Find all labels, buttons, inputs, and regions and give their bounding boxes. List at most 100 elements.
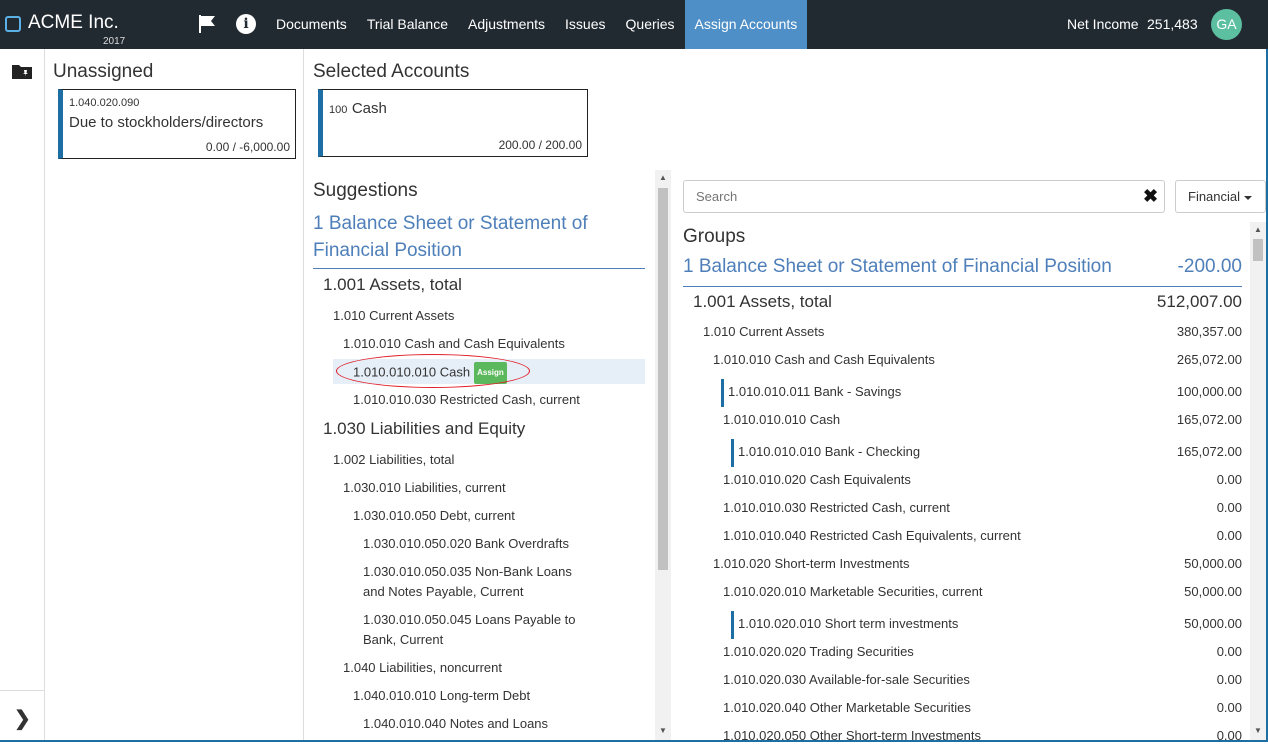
group-root-row[interactable]: 1 Balance Sheet or Statement of Financia… — [683, 256, 1242, 287]
suggestion-item[interactable]: 1.030.010 Liabilities, current — [343, 478, 506, 498]
group-value: 0.00 — [1216, 472, 1242, 487]
groups-scrollbar[interactable]: ▲ ▼ — [1250, 222, 1266, 740]
suggestion-item[interactable]: 1.001 Assets, total — [323, 274, 462, 296]
company-name[interactable]: ACME Inc. — [28, 12, 119, 34]
selected-account-card[interactable]: 100 Cash 200.00 / 200.00 — [318, 89, 588, 157]
group-row[interactable]: 1.010.010.020 Cash Equivalents 0.00 — [723, 470, 1242, 498]
suggestion-item[interactable]: 1.030 Liabilities and Equity — [323, 418, 525, 440]
group-label: 1.010.010 Cash and Cash Equivalents — [713, 352, 935, 367]
group-label: 1.010.010.010 Bank - Checking — [738, 444, 921, 459]
scroll-up-icon[interactable]: ▲ — [659, 173, 667, 182]
group-label: 1.010.010.030 Restricted Cash, current — [723, 500, 950, 515]
unassigned-title: Unassigned — [53, 61, 154, 82]
suggestion-label: 1.002 Liabilities, total — [333, 452, 455, 467]
avatar[interactable]: GA — [1211, 9, 1242, 40]
group-value: 0.00 — [1216, 672, 1242, 687]
suggestion-label: 1.030.010.050.020 Bank Overdrafts — [363, 536, 569, 551]
group-row[interactable]: 1.010.020.030 Available-for-sale Securit… — [723, 670, 1242, 698]
group-value: 265,072.00 — [1176, 352, 1242, 367]
account-row[interactable]: 1.010.010.011 Bank - Savings 100,000.00 — [728, 382, 1242, 410]
suggestion-label-continued: Bank, Current — [363, 632, 444, 647]
group-row[interactable]: 1.010.010.040 Restricted Cash Equivalent… — [723, 526, 1242, 554]
suggestion-item[interactable]: 1.002 Liabilities, total — [333, 450, 454, 470]
account-marker — [731, 611, 734, 639]
suggestion-item[interactable]: 1.010 Current Assets — [333, 306, 454, 326]
scrollbar-thumb[interactable] — [658, 188, 668, 570]
unassigned-account-card[interactable]: 1.040.020.090 Due to stockholders/direct… — [58, 89, 296, 159]
scrollbar-thumb[interactable] — [1253, 239, 1263, 261]
chevron-right-icon[interactable]: ❯ — [14, 706, 31, 731]
group-label: 1.010.020.040 Other Marketable Securitie… — [723, 700, 971, 715]
suggestion-label: 1.040.010.040 Notes and Loans — [363, 716, 549, 731]
group-row[interactable]: 1.010.020.010 Marketable Securities, cur… — [723, 582, 1242, 610]
suggestions-scrollbar[interactable]: ▲ ▼ — [655, 170, 671, 740]
group-label: 1.010.010.011 Bank - Savings — [728, 384, 902, 399]
scroll-down-icon[interactable]: ▼ — [1254, 726, 1262, 735]
group-label: 1.010 Current Assets — [703, 324, 825, 339]
suggestion-item[interactable]: 1.040.010.010 Long-term Debt — [353, 686, 530, 706]
net-income-value: 251,483 — [1147, 16, 1198, 32]
suggestion-label: 1.010.010.010 Cash — [353, 364, 471, 380]
suggestion-item[interactable]: 1.010.010 Cash and Cash Equivalents — [343, 334, 565, 354]
nav-tab-documents[interactable]: Documents — [266, 0, 357, 49]
group-label: 1.010.020.010 Short term investments — [738, 616, 959, 631]
suggestion-item[interactable]: 1.010.010.010 Cash Assign — [353, 362, 507, 384]
group-value: 165,072.00 — [1176, 412, 1242, 427]
suggestion-item[interactable]: 1.030.010.050.045 Loans Payable to Bank, … — [363, 610, 576, 650]
info-icon[interactable]: i — [236, 14, 256, 34]
account-row[interactable]: 1.010.020.010 Short term investments 50,0… — [738, 614, 1242, 642]
nav-tab-issues[interactable]: Issues — [555, 0, 615, 49]
suggestion-label: 1.010.010.030 Restricted Cash, current — [353, 392, 580, 407]
folder-pin-icon[interactable] — [12, 64, 32, 79]
group-row[interactable]: 1.010 Current Assets 380,357.00 — [703, 322, 1242, 350]
fiscal-year: 2017 — [103, 36, 126, 47]
suggestion-item[interactable]: 1.030.010.050.035 Non-Bank Loans and Note… — [363, 562, 572, 602]
filter-dropdown[interactable]: Financial — [1175, 180, 1266, 213]
suggestion-root-link[interactable]: 1 Balance Sheet or Statement of Financia… — [313, 210, 645, 269]
caret-down-icon — [1244, 195, 1253, 200]
group-label: 1.010.010.040 Restricted Cash Equivalent… — [723, 528, 1021, 543]
suggestion-item[interactable]: 1.010.010.030 Restricted Cash, current — [353, 390, 580, 410]
group-value: 0.00 — [1216, 528, 1242, 543]
suggestion-label: 1.001 Assets, total — [323, 275, 462, 294]
close-icon[interactable]: ✖ — [1143, 186, 1158, 207]
group-value: 165,072.00 — [1176, 444, 1242, 459]
group-row[interactable]: 1.010.010 Cash and Cash Equivalents 265,0… — [713, 350, 1242, 378]
group-row[interactable]: 1.001 Assets, total 512,007.00 — [693, 291, 1242, 319]
group-value: 50,000.00 — [1184, 556, 1242, 571]
filter-label: Financial — [1188, 189, 1241, 204]
nav-tab-queries[interactable]: Queries — [616, 0, 685, 49]
suggestion-label: 1.030.010.050 Debt, current — [353, 508, 515, 523]
flag-icon[interactable] — [197, 14, 217, 34]
group-row[interactable]: 1.010.010.030 Restricted Cash, current 0.… — [723, 498, 1242, 526]
nav-tab-assign-accounts[interactable]: Assign Accounts — [684, 0, 808, 49]
rail-divider — [0, 690, 44, 691]
suggestion-item[interactable]: 1.040.010.040 Notes and Loans — [363, 714, 548, 734]
search-field[interactable]: ✖ — [683, 180, 1165, 213]
main-nav: Documents Trial Balance Adjustments Issues Q… — [266, 0, 808, 49]
search-input[interactable] — [684, 181, 1134, 212]
group-row[interactable]: 1.010.020 Short-term Investments 50,000.0… — [713, 554, 1242, 582]
nav-tab-trial-balance[interactable]: Trial Balance — [357, 0, 458, 49]
group-row[interactable]: 1.010.010.010 Cash 165,072.00 — [723, 410, 1242, 438]
suggestion-item[interactable]: 1.040 Liabilities, noncurrent — [343, 658, 502, 678]
suggestion-label: 1.040 Liabilities, noncurrent — [343, 660, 502, 675]
scroll-up-icon[interactable]: ▲ — [1254, 225, 1262, 234]
group-row[interactable]: 1.010.020.040 Other Marketable Securitie… — [723, 698, 1242, 726]
group-row[interactable]: 1.010.020.020 Trading Securities 0.00 — [723, 642, 1242, 670]
suggestion-item[interactable]: 1.030.010.050.020 Bank Overdrafts — [363, 534, 569, 554]
suggestion-label: 1.030 Liabilities and Equity — [323, 419, 526, 438]
account-row[interactable]: 1.010.010.010 Bank - Checking 165,072.00 — [738, 442, 1242, 470]
account-name: Due to stockholders/directors — [69, 114, 264, 131]
assign-button[interactable]: Assign — [474, 362, 507, 384]
account-label: 100 Cash — [329, 100, 387, 118]
left-rail: ❯ — [0, 49, 45, 740]
suggestion-item[interactable]: 1.030.010.050 Debt, current — [353, 506, 515, 526]
account-amount: 200.00 / 200.00 — [498, 138, 582, 152]
nav-tab-adjustments[interactable]: Adjustments — [458, 0, 555, 49]
group-value: 380,357.00 — [1176, 324, 1242, 339]
suggestions-title: Suggestions — [313, 180, 418, 201]
group-label: 1.010.020.010 Marketable Securities, cur… — [723, 584, 983, 599]
group-value: 0.00 — [1216, 644, 1242, 659]
scroll-down-icon[interactable]: ▼ — [659, 726, 667, 735]
